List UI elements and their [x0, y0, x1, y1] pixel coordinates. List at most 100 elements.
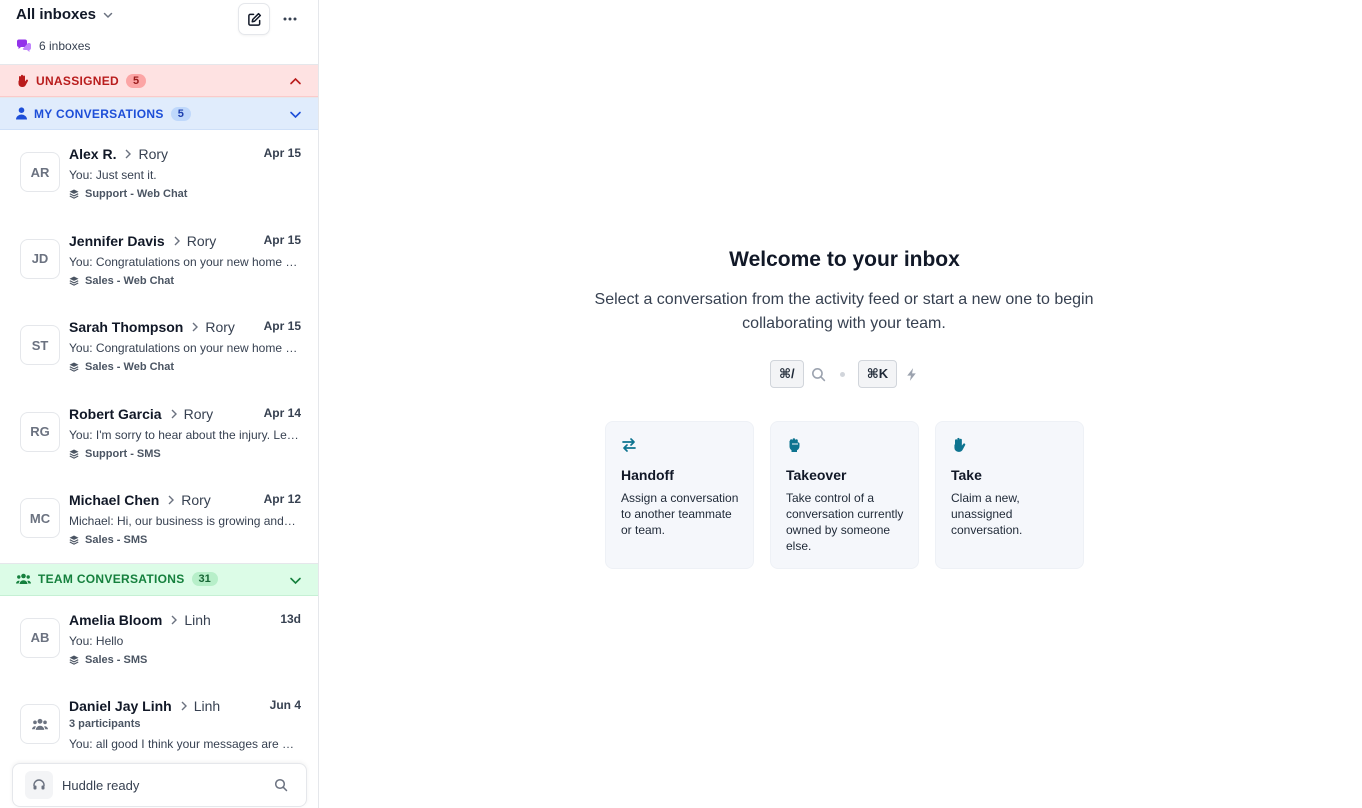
conversation-date: Apr 14	[263, 405, 301, 420]
conversation-participants-line: Amelia Bloom Linh	[69, 612, 211, 628]
my-conversations-count-badge: 5	[170, 106, 191, 121]
main-panel: Welcome to your inbox Select a conversat…	[320, 0, 1362, 808]
contact-name: Alex R.	[69, 146, 117, 162]
huddle-bar[interactable]: Huddle ready	[12, 763, 307, 807]
conversation-sidebar: All inboxes 6 inboxes UNASSIGNED 5 MY CO…	[0, 0, 319, 808]
action-cards: Handoff Assign a conversation to another…	[605, 421, 1084, 569]
team-icon	[16, 573, 31, 584]
inbox-tag: Sales - Web Chat	[69, 361, 174, 373]
avatar: JD	[20, 238, 60, 279]
avatar: RG	[20, 411, 60, 452]
more-options-button[interactable]	[278, 8, 302, 30]
chevron-right-icon	[125, 149, 132, 159]
team-conversations-count-badge: 31	[191, 572, 218, 586]
welcome-title: Welcome to your inbox	[729, 248, 960, 271]
conversation-date: Apr 12	[263, 492, 301, 506]
inbox-name: Support - SMS	[85, 447, 161, 460]
team-conversations-list: AB Amelia Bloom Linh 13d You: Hello Sale…	[0, 596, 318, 769]
inbox-tag: Sales - SMS	[69, 534, 147, 546]
chevron-right-icon	[174, 236, 180, 245]
contact-name: Jennifer Davis	[69, 232, 165, 249]
group-icon	[32, 718, 48, 730]
conversation-participants-line: Daniel Jay Linh Linh	[69, 698, 220, 714]
message-preview: You: I'm sorry to hear about the injury.…	[69, 427, 299, 442]
takeover-card-description: Take control of a conversation currently…	[786, 491, 904, 553]
section-team-conversations-label: TEAM CONVERSATIONS	[38, 572, 185, 586]
chevron-right-icon	[171, 409, 177, 418]
conversation-date: Apr 15	[263, 319, 301, 333]
unassigned-count-badge: 5	[126, 73, 147, 88]
chevron-right-icon	[192, 322, 199, 332]
chevron-up-icon	[290, 77, 301, 85]
conversation-row[interactable]: MC Michael Chen Rory Apr 12 Michael: Hi,…	[0, 476, 318, 563]
layers-icon	[69, 655, 79, 665]
inbox-switcher[interactable]: All inboxes	[16, 6, 114, 23]
conversation-row[interactable]: RG Robert Garcia Rory Apr 14 You: I'm so…	[0, 390, 318, 477]
contact-name: Daniel Jay Linh	[69, 698, 172, 714]
conversation-row[interactable]: Daniel Jay Linh Linh Jun 4 3 participant…	[0, 682, 318, 769]
conversation-date: Apr 15	[263, 146, 301, 160]
handoff-card[interactable]: Handoff Assign a conversation to another…	[605, 421, 754, 569]
inbox-name: Sales - Web Chat	[85, 361, 175, 373]
search-shortcut-key: ⌘/	[770, 360, 804, 388]
message-preview: You: all good I think your messages are …	[69, 737, 299, 751]
avatar: MC	[20, 498, 60, 538]
takeover-card[interactable]: Takeover Take control of a conversation …	[770, 421, 919, 569]
my-conversations-list: AR Alex R. Rory Apr 15 You: Just sent it…	[0, 130, 318, 563]
inbox-name: Sales - Web Chat	[85, 274, 175, 287]
chevron-down-icon	[103, 12, 113, 18]
avatar: AR	[20, 152, 60, 192]
fist-icon	[789, 438, 800, 452]
command-shortcut-key: ⌘K	[857, 360, 898, 388]
avatar: ST	[20, 325, 60, 365]
section-team-conversations[interactable]: TEAM CONVERSATIONS 31	[0, 562, 318, 596]
conversation-participants-line: Jennifer Davis Rory	[69, 233, 216, 249]
assigned-agent: Linh	[193, 698, 221, 714]
handoff-card-title: Handoff	[621, 467, 674, 483]
contact-name: Sarah Thompson	[69, 319, 184, 335]
conversation-date: Apr 15	[263, 232, 301, 247]
layers-icon	[69, 189, 79, 199]
arrows-swap-icon	[622, 438, 636, 452]
contact-name: Michael Chen	[69, 492, 160, 508]
conversation-participants-line: Robert Garcia Rory	[69, 406, 213, 422]
inbox-switcher-label: All inboxes	[16, 6, 97, 23]
inbox-count-label: 6 inboxes	[39, 39, 91, 53]
inbox-count: 6 inboxes	[16, 39, 90, 53]
section-unassigned-label: UNASSIGNED	[36, 73, 120, 88]
participants-count: 3 participants	[69, 718, 141, 730]
assigned-agent: Rory	[186, 232, 217, 249]
chevron-right-icon	[168, 495, 175, 505]
inbox-name: Sales - SMS	[85, 534, 148, 546]
layers-icon	[69, 449, 79, 459]
search-icon[interactable]	[274, 778, 288, 792]
conversation-date: Jun 4	[269, 698, 301, 712]
conversation-row[interactable]: AR Alex R. Rory Apr 15 You: Just sent it…	[0, 130, 318, 217]
message-preview: You: Congratulations on your new home pu…	[69, 254, 299, 269]
conversation-participants-line: Sarah Thompson Rory	[69, 319, 235, 335]
take-card[interactable]: Take Claim a new, unassigned conversatio…	[935, 421, 1084, 569]
huddle-status: Huddle ready	[62, 777, 140, 793]
sidebar-header: All inboxes 6 inboxes	[0, 0, 318, 64]
take-card-title: Take	[951, 467, 982, 483]
conversation-row[interactable]: AB Amelia Bloom Linh 13d You: Hello Sale…	[0, 596, 318, 683]
layers-icon	[69, 276, 79, 286]
inbox-name: Support - Web Chat	[85, 188, 188, 200]
assigned-agent: Linh	[184, 611, 211, 628]
layers-icon	[69, 535, 79, 545]
inbox-tag: Sales - SMS	[69, 654, 147, 666]
inbox-tag: Support - SMS	[69, 448, 161, 460]
chevron-right-icon	[171, 615, 178, 624]
chevron-down-icon	[290, 111, 301, 119]
compose-button[interactable]	[238, 3, 270, 35]
take-card-description: Claim a new, unassigned conversation.	[951, 491, 1023, 537]
section-unassigned[interactable]: UNASSIGNED 5	[0, 64, 318, 97]
contact-name: Amelia Bloom	[69, 611, 163, 628]
conversation-row[interactable]: ST Sarah Thompson Rory Apr 15 You: Congr…	[0, 303, 318, 390]
section-my-conversations[interactable]: MY CONVERSATIONS 5	[0, 97, 318, 130]
avatar: AB	[20, 617, 60, 658]
ellipsis-icon	[283, 17, 297, 21]
assigned-agent: Rory	[181, 492, 211, 508]
conversation-row[interactable]: JD Jennifer Davis Rory Apr 15 You: Congr…	[0, 217, 318, 304]
assigned-agent: Rory	[138, 146, 169, 162]
